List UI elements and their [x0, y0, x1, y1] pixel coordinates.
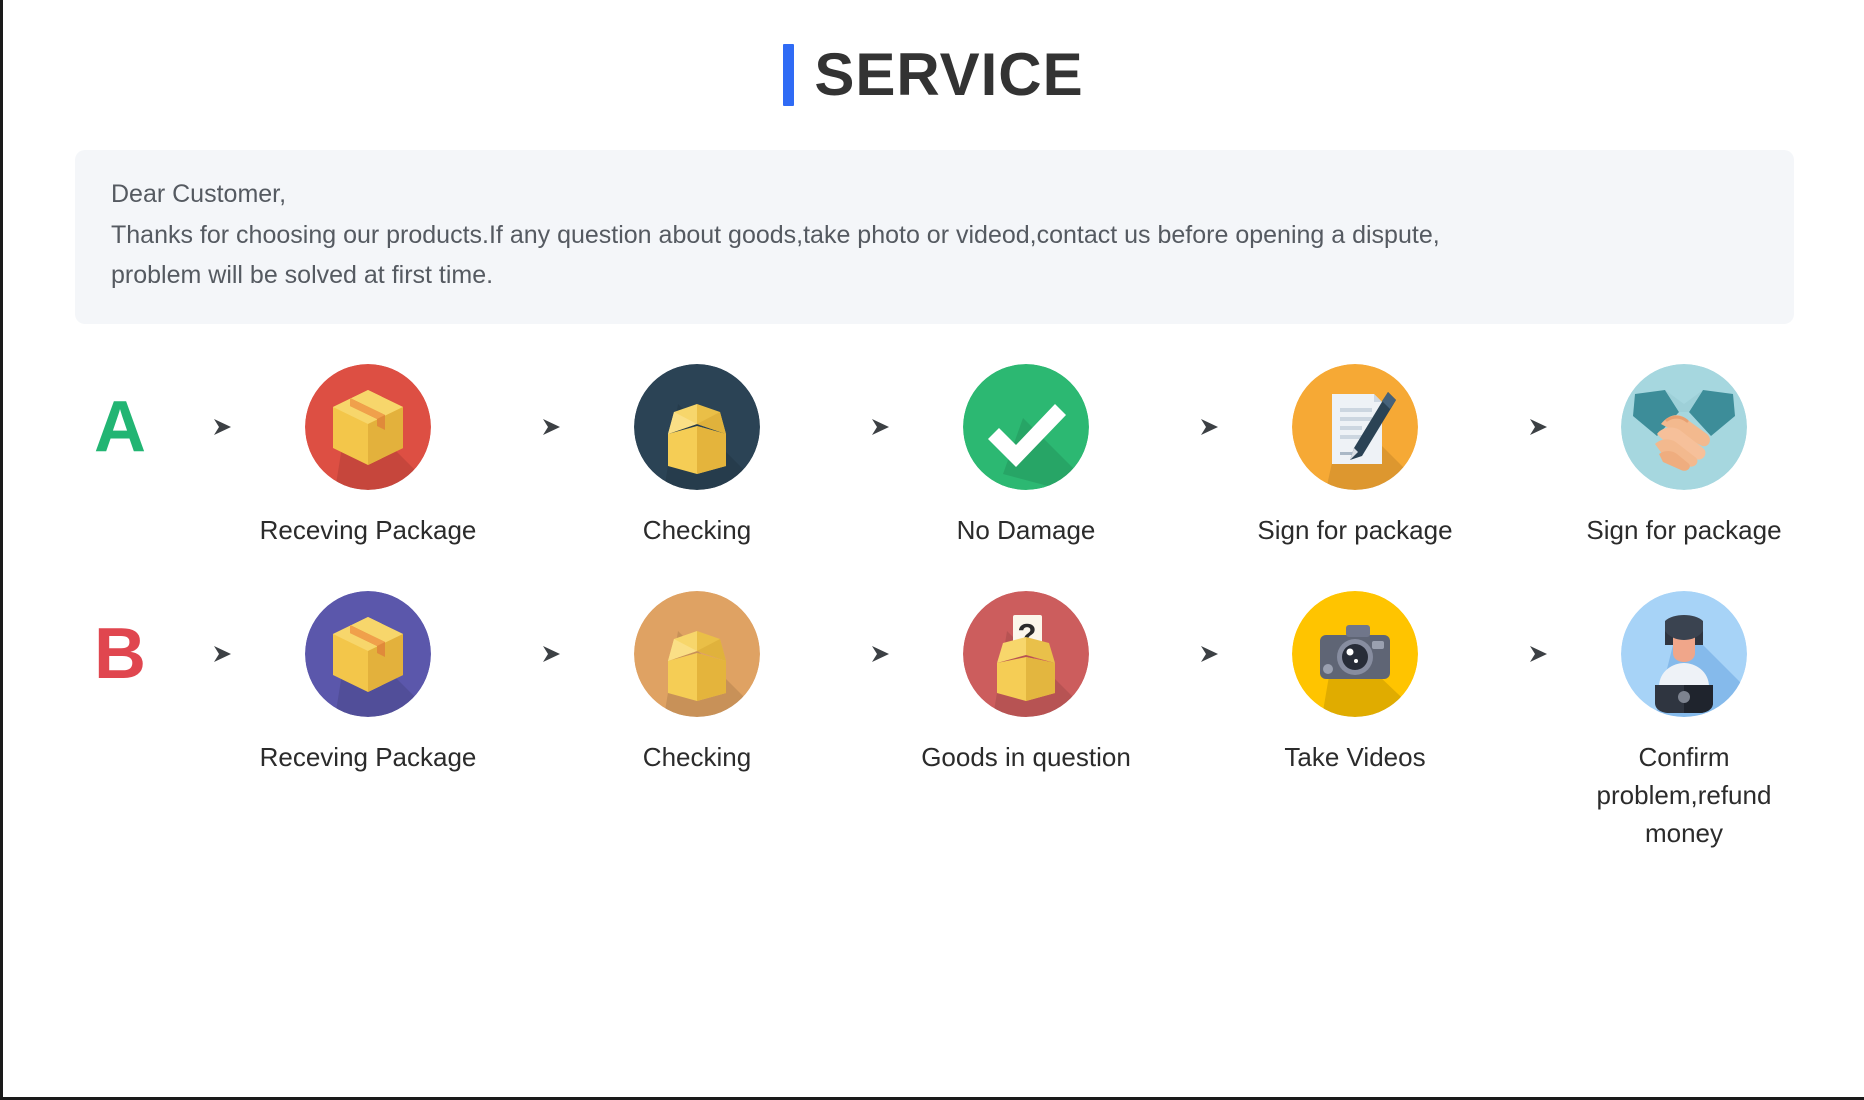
flow-row-a: A Receving Package Checking No Damage Sign f…: [3, 363, 1864, 550]
arrow-right-icon: [486, 591, 579, 717]
flow-step[interactable]: Sign for package: [1566, 363, 1802, 550]
title-accent-bar: [783, 44, 795, 106]
flow-step[interactable]: ? Goods in question: [908, 591, 1144, 777]
check-mark-icon: [963, 363, 1089, 490]
page-title: SERVICE: [814, 41, 1084, 108]
flow-step[interactable]: Sign for package: [1237, 363, 1473, 550]
flow-step[interactable]: Receving Package: [250, 591, 486, 777]
flow-step-label: Sign for package: [1257, 514, 1453, 545]
notice-line-1: Dear Customer,: [111, 180, 287, 208]
flow-step-label: Checking: [642, 742, 752, 773]
flow-step[interactable]: Checking: [579, 363, 815, 550]
arrow-right-icon: [1473, 591, 1566, 717]
customer-notice-box: Dear Customer, Thanks for choosing our p…: [75, 150, 1794, 324]
package-box-icon: [305, 363, 431, 490]
flow-step-label: Goods in question: [921, 742, 1131, 773]
flow-step[interactable]: No Damage: [908, 363, 1144, 550]
flow-step-label: Take Videos: [1284, 742, 1426, 773]
arrow-right-icon: [157, 364, 250, 490]
flow-step[interactable]: Checking: [579, 591, 815, 777]
flow-step[interactable]: Receving Package: [250, 363, 486, 550]
arrow-right-icon: [1144, 591, 1237, 717]
support-agent-icon: [1621, 591, 1747, 718]
flow-container: A Receving Package Checking No Damage Sign f…: [3, 363, 1864, 853]
flow-step[interactable]: Confirm problem,refund money: [1566, 591, 1802, 852]
open-box-icon: [634, 363, 760, 490]
flow-row-b: B Receving Package Checking? Goods in quest…: [3, 591, 1864, 852]
question-box-icon: ?: [963, 591, 1089, 718]
arrow-right-icon: [1473, 364, 1566, 490]
flow-step-label: Receving Package: [259, 514, 477, 545]
arrow-right-icon: [815, 591, 908, 717]
arrow-right-icon: [1144, 364, 1237, 490]
notice-line-2: Thanks for choosing our products.If any …: [111, 220, 1440, 249]
notice-line-3: problem will be solved at first time.: [111, 261, 494, 289]
flow-step-label: Confirm problem,refund money: [1596, 742, 1772, 848]
arrow-right-icon: [486, 364, 579, 490]
flow-step-label: Sign for package: [1586, 514, 1782, 545]
flow-letter-a: A: [94, 386, 146, 467]
flow-step-label: Checking: [642, 514, 752, 545]
arrow-right-icon: [815, 364, 908, 490]
open-box-icon: [634, 591, 760, 718]
flow-letter-b: B: [94, 614, 146, 695]
flow-step-label: Receving Package: [259, 742, 477, 773]
page-header: SERVICE: [3, 0, 1864, 106]
arrow-right-icon: [157, 591, 250, 717]
flow-step[interactable]: Take Videos: [1237, 591, 1473, 777]
handshake-icon: [1621, 363, 1747, 490]
flow-step-label: No Damage: [956, 514, 1096, 545]
service-page: SERVICE Dear Customer, Thanks for choosi…: [0, 0, 1864, 1100]
sign-document-icon: [1292, 363, 1418, 490]
package-box-icon: [305, 591, 431, 718]
camera-icon: [1292, 591, 1418, 718]
